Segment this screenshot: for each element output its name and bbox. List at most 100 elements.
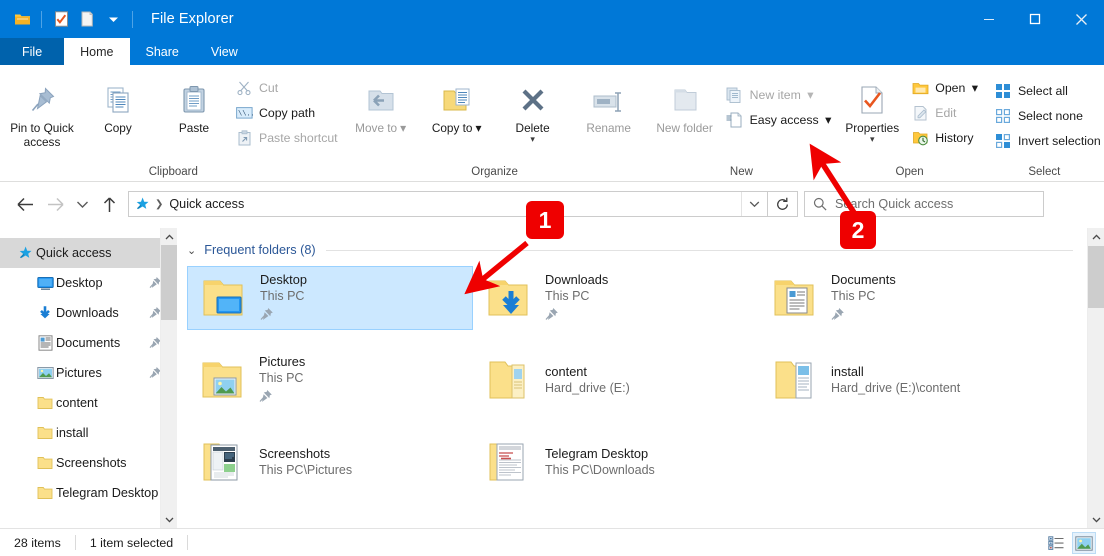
tile-telegram-desktop[interactable]: Telegram Desktop This PC\Downloads: [473, 430, 759, 494]
select-none-label: Select none: [1018, 109, 1083, 123]
select-none-button[interactable]: Select none: [991, 104, 1104, 128]
up-button[interactable]: [94, 189, 124, 219]
filearea-scroll-thumb[interactable]: [1088, 246, 1104, 308]
tab-home[interactable]: Home: [64, 38, 129, 65]
sidebar-item-downloads[interactable]: Downloads: [0, 298, 176, 328]
window-title: File Explorer: [151, 11, 234, 27]
address-dropdown-button[interactable]: [741, 192, 767, 216]
search-input[interactable]: Search Quick access: [835, 197, 953, 211]
tile-install[interactable]: install Hard_drive (E:)\content: [759, 348, 1045, 412]
file-list-area[interactable]: ⌄ Frequent folders (8): [177, 228, 1087, 528]
tile-row-1: Desktop This PC: [187, 266, 1087, 330]
select-all-button[interactable]: Select all: [991, 79, 1104, 103]
back-button[interactable]: [10, 189, 40, 219]
paste-label: Paste: [179, 121, 209, 135]
desktop-icon: [34, 276, 56, 291]
sidebar-item-desktop[interactable]: Desktop: [0, 268, 176, 298]
chevron-down-icon[interactable]: ⌄: [187, 244, 196, 257]
cut-button[interactable]: Cut: [232, 76, 343, 100]
filearea-scrollbar[interactable]: [1087, 228, 1104, 528]
breadcrumb-chevron-icon[interactable]: ❯: [155, 199, 163, 210]
details-view-button[interactable]: [1044, 532, 1068, 554]
tile-desktop[interactable]: Desktop This PC: [187, 266, 473, 330]
delete-text: Delete: [516, 121, 550, 135]
tile-pictures[interactable]: Pictures This PC: [187, 348, 473, 412]
forward-button[interactable]: [40, 189, 70, 219]
refresh-button[interactable]: [768, 191, 798, 217]
history-button[interactable]: History: [908, 126, 983, 150]
new-folder-button[interactable]: New folder: [647, 71, 723, 135]
delete-button[interactable]: Delete ▾: [495, 71, 571, 143]
select-none-icon: [994, 107, 1012, 125]
rename-button[interactable]: Rename: [571, 71, 647, 135]
navpane-scrollbar[interactable]: [160, 228, 177, 528]
address-bar[interactable]: ❯ Quick access: [128, 191, 768, 217]
ribbon-group-organize: Move to▾ Copy to▾: [343, 65, 647, 182]
sidebar-item-content[interactable]: content: [0, 388, 176, 418]
open-button[interactable]: Open ▾: [908, 76, 983, 100]
folder-desktop-icon: [192, 269, 256, 327]
paste-shortcut-icon: [235, 129, 253, 147]
tab-view[interactable]: View: [195, 38, 254, 65]
edit-button[interactable]: Edit: [908, 101, 983, 125]
tile-path: Hard_drive (E:): [545, 380, 630, 397]
invert-selection-label: Invert selection: [1018, 134, 1101, 148]
navpane-scroll-up-button[interactable]: [161, 228, 177, 245]
copy-to-icon: [440, 75, 474, 117]
frequent-folders-grid: Desktop This PC: [177, 263, 1087, 494]
breadcrumb-quick-access[interactable]: Quick access: [169, 197, 244, 211]
navpane-scroll-down-button[interactable]: [161, 511, 178, 528]
sidebar-label-documents: Documents: [56, 336, 120, 350]
sidebar-item-install[interactable]: install: [0, 418, 176, 448]
sidebar-item-quick-access[interactable]: Quick access: [0, 238, 176, 268]
quick-access-star-icon: [129, 196, 155, 212]
new-folder-icon[interactable]: [74, 6, 100, 32]
sidebar-item-screenshots[interactable]: Screenshots: [0, 448, 176, 478]
copy-label: Copy: [104, 121, 132, 135]
filearea-scroll-up-button[interactable]: [1088, 228, 1104, 245]
navpane-scroll-thumb[interactable]: [161, 245, 178, 320]
invert-selection-button[interactable]: Invert selection: [991, 129, 1104, 153]
delete-caret-icon[interactable]: ▾: [530, 135, 535, 143]
pin-to-quick-access-button[interactable]: Pin to Quick access: [4, 71, 80, 149]
tile-documents[interactable]: Documents This PC: [759, 266, 1045, 330]
tab-share[interactable]: Share: [130, 38, 195, 65]
sidebar-item-documents[interactable]: Documents: [0, 328, 176, 358]
tile-install-meta: install Hard_drive (E:)\content: [827, 363, 960, 397]
sidebar-label-desktop: Desktop: [56, 276, 103, 290]
annotation-badge-1: 1: [526, 201, 564, 239]
tile-name: Downloads: [545, 271, 608, 288]
move-to-text: Move to: [355, 121, 397, 135]
move-to-button[interactable]: Move to▾: [343, 71, 419, 135]
tab-file[interactable]: File: [0, 38, 64, 65]
pin-icon: [831, 307, 896, 326]
customize-caret-icon[interactable]: [100, 6, 126, 32]
sidebar-item-telegram-desktop[interactable]: Telegram Desktop: [0, 478, 176, 508]
new-item-button[interactable]: New item ▾: [723, 83, 837, 107]
sidebar-label-install: install: [56, 426, 88, 440]
properties-button[interactable]: Properties ▾: [836, 71, 908, 143]
sidebar-item-pictures[interactable]: Pictures: [0, 358, 176, 388]
tile-downloads[interactable]: Downloads This PC: [473, 266, 759, 330]
minimize-button[interactable]: [966, 0, 1012, 38]
move-to-caret-icon: ▾: [400, 121, 406, 135]
edit-icon: [911, 104, 929, 122]
close-button[interactable]: [1058, 0, 1104, 38]
open-label: Open ▾: [935, 81, 978, 95]
group-header-frequent-folders[interactable]: ⌄ Frequent folders (8): [177, 237, 1087, 263]
properties-caret-icon[interactable]: ▾: [870, 135, 875, 143]
copy-to-button[interactable]: Copy to▾: [419, 71, 495, 135]
paste-button[interactable]: Paste: [156, 71, 232, 135]
filearea-scroll-down-button[interactable]: [1088, 511, 1104, 528]
recent-locations-button[interactable]: [70, 189, 94, 219]
copy-button[interactable]: Copy: [80, 71, 156, 135]
tile-content[interactable]: content Hard_drive (E:): [473, 348, 759, 412]
explorer-icon[interactable]: [9, 6, 35, 32]
paste-shortcut-button[interactable]: Paste shortcut: [232, 126, 343, 150]
copy-path-button[interactable]: \\.. Copy path: [232, 101, 343, 125]
easy-access-button[interactable]: Easy access ▾: [723, 108, 837, 132]
properties-icon[interactable]: [48, 6, 74, 32]
tile-screenshots[interactable]: Screenshots This PC\Pictures: [187, 430, 473, 494]
large-icons-view-button[interactable]: [1072, 532, 1096, 554]
maximize-button[interactable]: [1012, 0, 1058, 38]
